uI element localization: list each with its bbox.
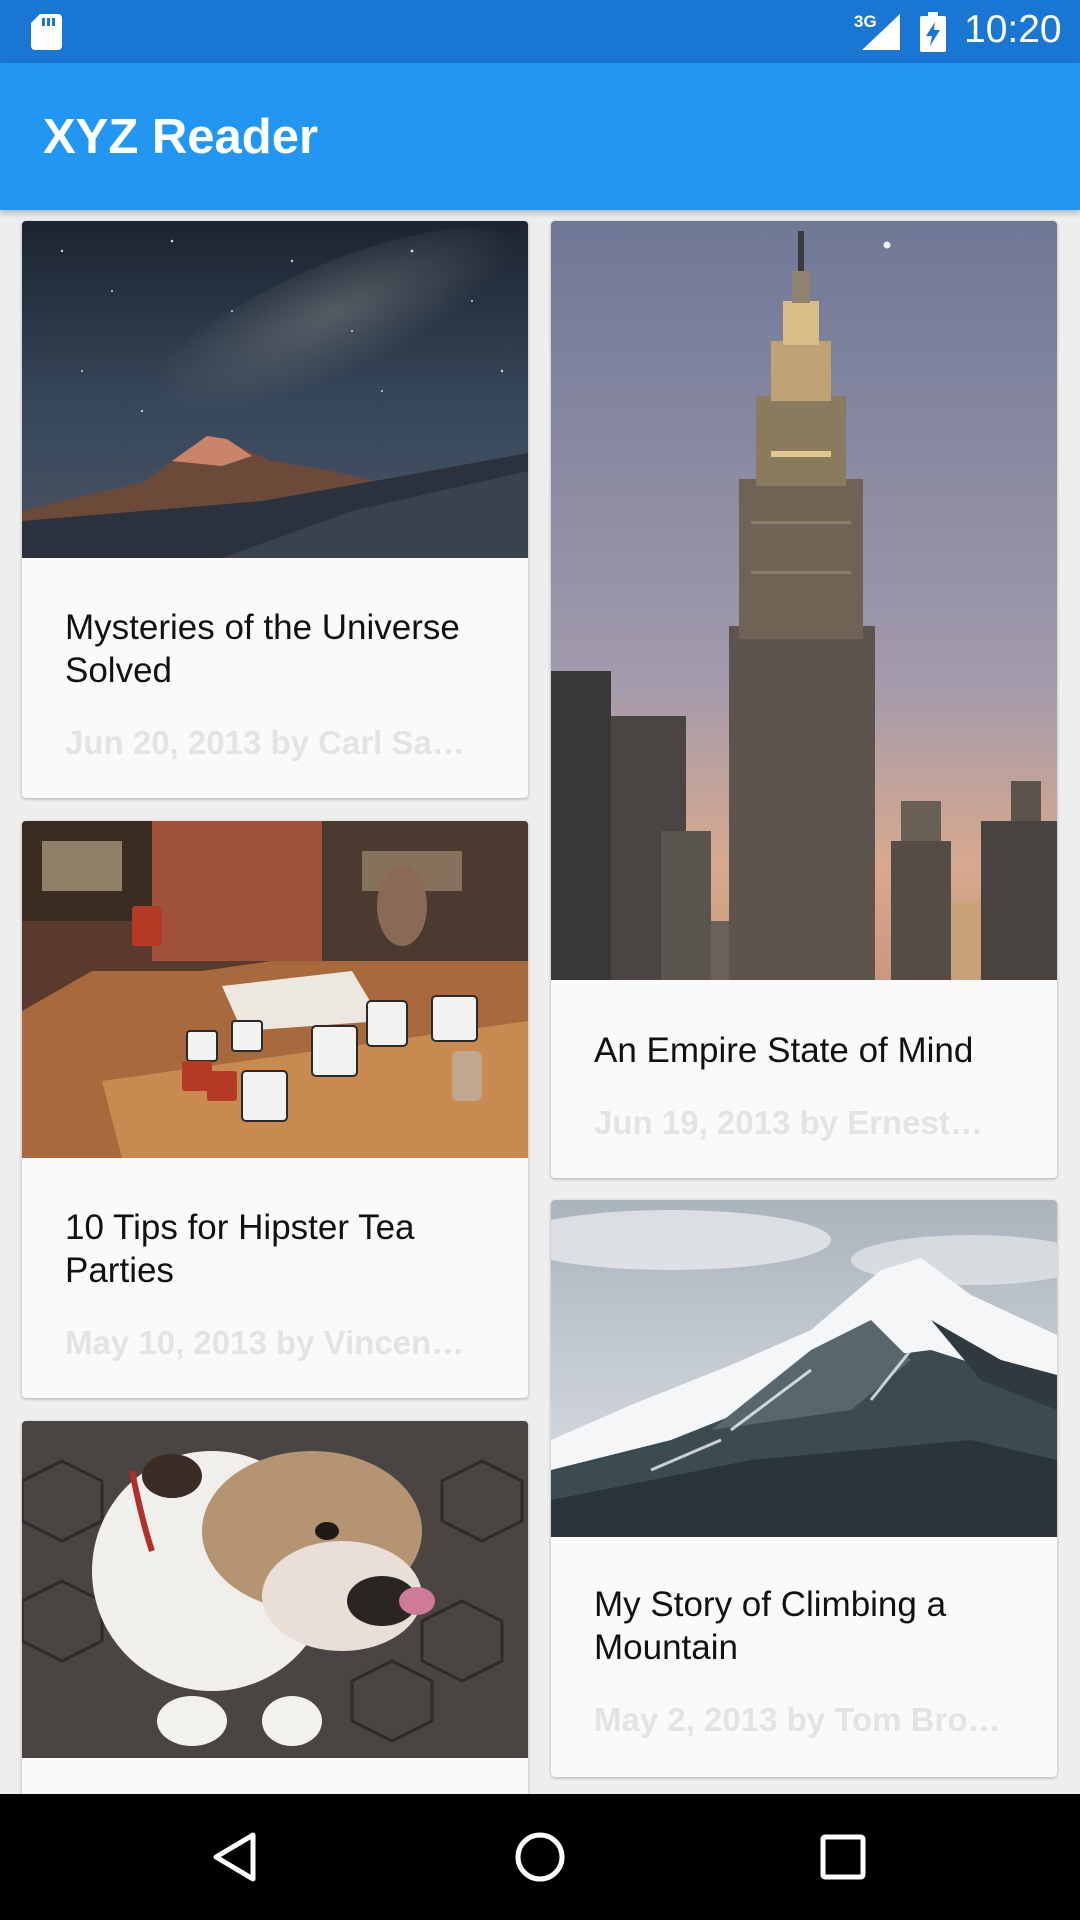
home-icon[interactable] bbox=[504, 1821, 576, 1893]
recents-icon[interactable] bbox=[807, 1821, 879, 1893]
back-icon[interactable] bbox=[199, 1821, 271, 1893]
article-meta: Jun 20, 2013 by Carl Sa… bbox=[65, 724, 465, 761]
article-card[interactable] bbox=[22, 1421, 528, 1794]
article-title: 10 Tips for Hipster Tea Parties bbox=[65, 1208, 415, 1290]
article-card[interactable]: An Empire State of Mind Jun 19, 2013 by … bbox=[551, 221, 1057, 1178]
article-title: My Story of Climbing a Mountain bbox=[594, 1585, 947, 1667]
battery-charging-icon bbox=[920, 12, 946, 52]
clock: 10:20 bbox=[964, 8, 1062, 51]
article-card[interactable]: Mysteries of the Universe Solved Jun 20,… bbox=[22, 221, 528, 798]
article-meta: May 10, 2013 by Vincen… bbox=[65, 1324, 465, 1361]
article-title: Mysteries of the Universe Solved bbox=[65, 608, 460, 690]
signal-icon bbox=[862, 14, 900, 50]
app-bar: XYZ Reader bbox=[0, 63, 1080, 210]
status-bar: 3G 10:20 bbox=[0, 0, 1080, 63]
article-title: An Empire State of Mind bbox=[594, 1031, 974, 1070]
article-image-snowy-mountain bbox=[551, 1200, 1057, 1537]
sd-card-icon bbox=[31, 14, 62, 50]
article-card[interactable]: My Story of Climbing a Mountain May 2, 2… bbox=[551, 1200, 1057, 1777]
article-image-bulldog bbox=[22, 1421, 528, 1758]
article-meta: Jun 19, 2013 by Ernest… bbox=[594, 1104, 983, 1141]
article-meta: May 2, 2013 by Tom Bro… bbox=[594, 1701, 1001, 1738]
article-card[interactable]: 10 Tips for Hipster Tea Parties May 10, … bbox=[22, 821, 528, 1398]
app-title: XYZ Reader bbox=[43, 110, 319, 164]
navigation-bar bbox=[0, 1794, 1080, 1920]
article-image-tea-cups bbox=[22, 821, 528, 1158]
article-image-night-sky bbox=[22, 221, 528, 558]
article-grid: Mysteries of the Universe Solved Jun 20,… bbox=[0, 210, 1080, 1794]
article-image-empire-state bbox=[551, 221, 1057, 980]
